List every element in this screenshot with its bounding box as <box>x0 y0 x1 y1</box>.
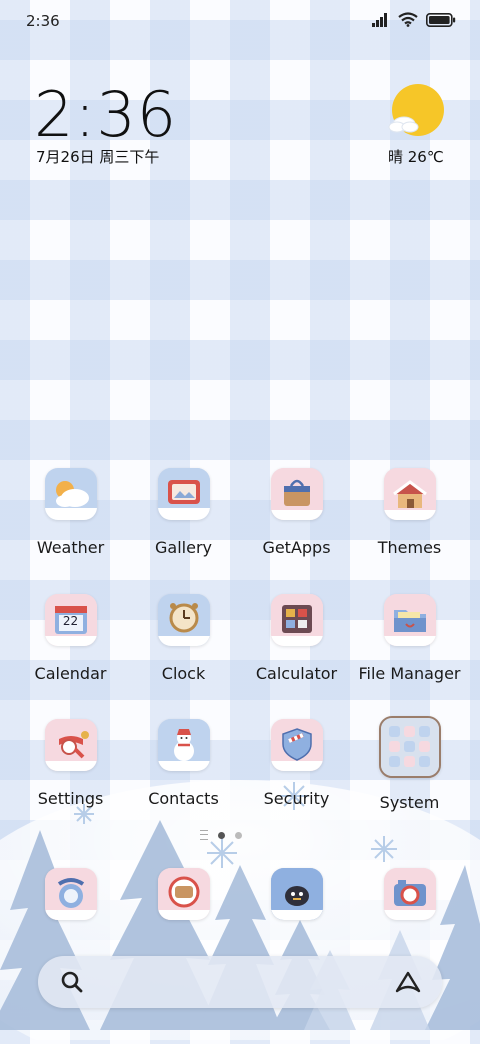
weather-widget[interactable] <box>380 82 460 146</box>
app-settings[interactable]: Settings <box>14 711 127 808</box>
app-security[interactable]: Security <box>240 711 353 808</box>
app-label: Clock <box>161 664 206 683</box>
file-manager-icon <box>383 594 436 646</box>
dock-messages[interactable] <box>127 860 240 920</box>
getapps-icon <box>270 468 323 520</box>
dock-browser[interactable] <box>240 860 353 920</box>
app-label: Contacts <box>148 789 219 808</box>
app-label: System <box>379 793 440 812</box>
app-label: Gallery <box>155 538 212 557</box>
app-calendar[interactable]: 22 Calendar <box>14 586 127 683</box>
clock-widget-time[interactable]: 2:36 <box>34 78 177 151</box>
app-file-manager[interactable]: File Manager <box>353 586 466 683</box>
gallery-icon <box>157 468 210 520</box>
app-gallery[interactable]: Gallery <box>127 460 240 557</box>
app-label: Calendar <box>34 664 107 683</box>
app-weather[interactable]: Weather <box>14 460 127 557</box>
calculator-icon <box>270 594 323 646</box>
app-clock[interactable]: Clock <box>127 586 240 683</box>
messages-icon <box>157 868 210 920</box>
settings-icon <box>44 719 97 771</box>
app-themes[interactable]: Themes <box>353 460 466 557</box>
app-label: Weather <box>36 538 105 557</box>
phone-icon <box>44 868 97 920</box>
browser-icon <box>270 868 323 920</box>
dock-phone[interactable] <box>14 860 127 920</box>
system-folder-icon <box>378 716 441 778</box>
calendar-date-badge: 22 <box>62 614 79 628</box>
camera-icon <box>383 868 436 920</box>
app-label: File Manager <box>358 664 461 683</box>
app-label: Themes <box>377 538 442 557</box>
signal-icon <box>372 12 390 31</box>
app-label: GetApps <box>262 538 331 557</box>
clock-widget-date: 7月26日 周三下午 <box>36 148 160 166</box>
security-icon <box>270 719 323 771</box>
page-indicator[interactable] <box>200 830 242 840</box>
themes-icon <box>383 468 436 520</box>
sun-cloud-icon <box>380 84 450 146</box>
status-time: 2:36 <box>26 12 60 30</box>
app-contacts[interactable]: Contacts <box>127 711 240 808</box>
app-label: Calculator <box>255 664 338 683</box>
weather-widget-text: 晴 26℃ <box>388 148 444 166</box>
page-dot <box>235 831 242 839</box>
app-calculator[interactable]: Calculator <box>240 586 353 683</box>
search-bar[interactable] <box>38 956 442 1008</box>
battery-icon <box>426 12 456 31</box>
assistant-icon[interactable] <box>394 969 422 999</box>
page-list-icon <box>200 830 208 840</box>
app-getapps[interactable]: GetApps <box>240 460 353 557</box>
status-bar: 2:36 <box>0 0 480 40</box>
search-icon[interactable] <box>60 970 84 998</box>
wifi-icon <box>398 12 418 31</box>
dock-camera[interactable] <box>353 860 466 920</box>
page-dot-active <box>218 831 225 839</box>
contacts-icon <box>157 719 210 771</box>
app-label: Settings <box>37 789 104 808</box>
calendar-icon: 22 <box>44 594 97 646</box>
app-label: Security <box>263 789 330 808</box>
folder-system[interactable]: System <box>353 711 466 812</box>
weather-icon <box>44 468 97 520</box>
clock-icon <box>157 594 210 646</box>
